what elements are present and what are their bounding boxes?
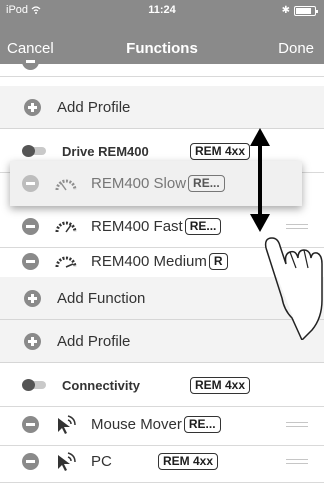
toggle-icon[interactable] [22, 379, 48, 391]
function-label: REM400 Fast [91, 217, 183, 235]
function-label: PC [91, 452, 112, 470]
speedometer-icon [55, 256, 77, 268]
add-profile-label: Add Profile [57, 98, 131, 116]
status-right: ✱ [281, 5, 318, 16]
device-badge: REM 4xx [190, 376, 251, 394]
status-bar: iPod 11:24 ✱ [0, 4, 324, 20]
device-badge: REM 4xx [158, 452, 219, 470]
group-label-drive: Drive REM400 [62, 143, 149, 159]
device-badge: RE... [184, 217, 222, 235]
group-header-connectivity[interactable]: Connectivity REM 4xx [0, 364, 324, 407]
pointer-wireless-icon [58, 415, 76, 434]
hand-gesture-icon [264, 237, 323, 340]
function-label: Mouse Mover [91, 415, 182, 433]
toggle-icon[interactable] [22, 145, 48, 157]
add-icon [24, 332, 41, 350]
add-icon [24, 289, 41, 307]
reorder-handle-icon[interactable] [286, 419, 308, 429]
speedometer-icon [55, 221, 77, 233]
remove-icon[interactable] [22, 217, 39, 235]
device-badge: RE... [183, 415, 221, 433]
device-badge: R [208, 252, 228, 270]
group-label-connectivity: Connectivity [62, 377, 141, 393]
add-icon [24, 98, 41, 116]
add-profile-row[interactable]: Add Profile [0, 86, 324, 129]
function-label: REM400 Slow [91, 175, 187, 192]
speedometer-icon [55, 179, 77, 190]
remove-icon[interactable] [22, 415, 39, 433]
remove-icon[interactable] [22, 252, 39, 270]
list-item-pc[interactable]: PC REM 4xx [0, 440, 324, 483]
add-function-label: Add Function [57, 289, 146, 307]
function-label: REM400 Medium [91, 252, 207, 270]
bluetooth-icon: ✱ [281, 5, 290, 16]
battery-icon [294, 5, 318, 16]
list-item-partial [0, 52, 324, 77]
remove-icon[interactable] [22, 452, 39, 470]
remove-icon[interactable] [22, 175, 39, 192]
functions-list[interactable]: Add Profile Drive REM400 REM 4xx REM400 … [0, 52, 324, 484]
pointer-wireless-icon [58, 452, 76, 471]
clock: 11:24 [148, 4, 176, 16]
remove-icon[interactable] [22, 52, 39, 70]
reorder-handle-icon[interactable] [286, 456, 308, 466]
add-profile-label: Add Profile [57, 332, 131, 350]
device-badge: RE... [188, 175, 225, 192]
